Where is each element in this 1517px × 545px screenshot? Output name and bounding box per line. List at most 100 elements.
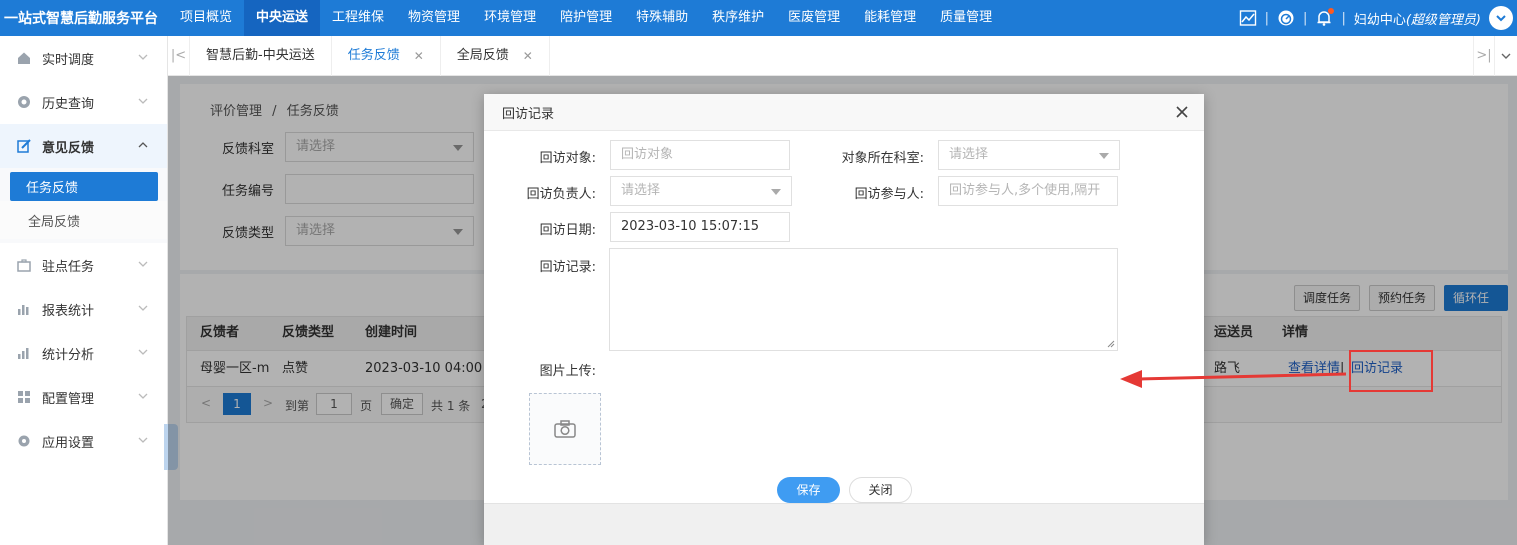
tab-label: 智慧后勤-中央运送	[206, 47, 315, 63]
sidebar-submenu: 任务反馈 全局反馈	[0, 168, 167, 243]
main-nav: 项目概览 中央运送 工程维保 物资管理 环境管理 陪护管理 特殊辅助 秩序维护 …	[168, 0, 1004, 36]
nav-item-central-transport[interactable]: 中央运送	[244, 0, 321, 36]
edit-icon	[16, 138, 32, 154]
chevron-down-icon	[138, 305, 148, 311]
tab-task-feedback[interactable]: 任务反馈 ✕	[332, 35, 441, 76]
top-bar: 一站式智慧后勤服务平台 项目概览 中央运送 工程维保 物资管理 环境管理 陪护管…	[0, 0, 1517, 36]
image-upload-label: 图片上传:	[539, 364, 596, 379]
sidebar: 实时调度 历史查询 意见反馈 任务反馈 全局反馈 驻点任务 报表统计 统计分析 …	[0, 36, 168, 545]
nav-item-engineering[interactable]: 工程维保	[320, 0, 396, 36]
sidebar-item-label: 应用设置	[42, 435, 95, 451]
sidebar-subitem-global-feedback[interactable]: 全局反馈	[0, 201, 167, 239]
analysis-icon	[16, 345, 32, 361]
user-role: (超级管理员)	[1405, 12, 1481, 28]
tab-global-feedback[interactable]: 全局反馈 ✕	[441, 35, 550, 76]
tab-label: 任务反馈	[347, 47, 400, 63]
chevron-down-icon	[138, 349, 148, 355]
visit-target-label: 回访对象:	[539, 151, 596, 166]
dialog-title: 回访记录	[502, 107, 555, 122]
nav-item-escort[interactable]: 陪护管理	[548, 0, 624, 36]
sidebar-item-app-settings[interactable]: 应用设置	[0, 419, 167, 463]
sidebar-subitem-task-feedback[interactable]: 任务反馈	[10, 172, 158, 201]
tabs-scroll-left-icon[interactable]: |<	[168, 35, 190, 76]
separator: |	[1341, 10, 1346, 26]
visit-record-textarea[interactable]	[609, 248, 1118, 351]
nav-item-materials[interactable]: 物资管理	[396, 0, 472, 36]
top-right-tools: | | | 妇幼中心(超级管理员)	[1239, 0, 1517, 36]
sidebar-item-station-task[interactable]: 驻点任务	[0, 243, 167, 287]
image-upload-box[interactable]	[529, 393, 601, 465]
tab-label: 全局反馈	[456, 47, 509, 63]
visit-participants-input[interactable]: 回访参与人,多个使用,隔开	[938, 176, 1118, 206]
tabs-bar: |< 智慧后勤-中央运送 任务反馈 ✕ 全局反馈 ✕ >|	[168, 35, 1517, 76]
close-icon[interactable]: ✕	[523, 36, 533, 76]
notification-dot	[1328, 8, 1335, 14]
chevron-up-icon	[138, 142, 148, 148]
sidebar-item-label: 驻点任务	[42, 259, 95, 275]
nav-item-environment[interactable]: 环境管理	[472, 0, 548, 36]
tabs-scroll-right-icon[interactable]: >|	[1473, 35, 1495, 76]
briefcase-icon	[16, 257, 32, 273]
chevron-down-icon[interactable]	[1495, 36, 1517, 76]
sidebar-item-reports[interactable]: 报表统计	[0, 287, 167, 331]
sidebar-item-label: 实时调度	[42, 52, 95, 68]
visit-owner-placeholder: 请选择	[621, 183, 661, 198]
tab-home[interactable]: 智慧后勤-中央运送	[190, 35, 332, 76]
annotation-highlight-box	[1349, 350, 1433, 392]
separator: |	[1303, 10, 1308, 26]
dialog-header: 回访记录	[484, 94, 1204, 131]
nav-item-order[interactable]: 秩序维护	[700, 0, 776, 36]
chevron-down-icon	[138, 261, 148, 267]
sidebar-item-feedback[interactable]: 意见反馈	[0, 124, 167, 168]
separator: |	[1264, 10, 1270, 26]
caret-down-icon	[1099, 153, 1109, 159]
user-info[interactable]: 妇幼中心(超级管理员)	[1354, 9, 1481, 28]
nav-item-quality[interactable]: 质量管理	[928, 0, 1004, 36]
chevron-down-icon	[138, 393, 148, 399]
grid-icon	[16, 389, 32, 405]
trend-chart-icon[interactable]	[1239, 9, 1257, 27]
target-dept-placeholder: 请选择	[949, 147, 989, 162]
nav-item-medical-waste[interactable]: 医废管理	[776, 0, 852, 36]
home-icon	[16, 50, 32, 66]
chevron-down-icon	[138, 437, 148, 443]
dialog-footer	[484, 503, 1204, 545]
visit-record-dialog: 回访记录 回访对象: 回访对象 对象所在科室: 请选择 回访负责人: 请选择 回…	[484, 94, 1204, 545]
annotation-arrow-icon	[1120, 370, 1347, 388]
chevron-down-icon	[138, 54, 148, 60]
save-button[interactable]: 保存	[777, 477, 840, 503]
sidebar-item-config[interactable]: 配置管理	[0, 375, 167, 419]
visit-date-input[interactable]: 2023-03-10 15:07:15	[610, 212, 790, 242]
visit-record-label: 回访记录:	[539, 260, 596, 275]
user-name: 妇幼中心	[1353, 12, 1406, 28]
history-icon	[16, 94, 32, 110]
sidebar-item-realtime[interactable]: 实时调度	[0, 36, 167, 80]
nav-item-overview[interactable]: 项目概览	[168, 0, 244, 36]
brand-title: 一站式智慧后勤服务平台	[4, 11, 158, 27]
resize-handle-icon[interactable]	[1107, 340, 1115, 348]
sidebar-item-label: 意见反馈	[42, 140, 95, 156]
sidebar-item-history[interactable]: 历史查询	[0, 80, 167, 124]
nav-item-special-assist[interactable]: 特殊辅助	[624, 0, 700, 36]
target-dept-select[interactable]: 请选择	[938, 140, 1120, 170]
visit-target-input[interactable]: 回访对象	[610, 140, 790, 170]
visit-owner-select[interactable]: 请选择	[610, 176, 792, 206]
chevron-down-icon	[138, 98, 148, 104]
camera-icon	[554, 420, 576, 438]
dashboard-gauge-icon[interactable]	[1277, 9, 1295, 27]
close-button[interactable]: 关闭	[849, 477, 912, 503]
settings-icon	[16, 433, 32, 449]
sidebar-item-label: 配置管理	[42, 391, 95, 407]
bar-chart-icon	[16, 301, 32, 317]
bell-icon[interactable]	[1315, 8, 1335, 27]
target-dept-label: 对象所在科室:	[841, 151, 924, 166]
sidebar-item-analysis[interactable]: 统计分析	[0, 331, 167, 375]
visit-date-label: 回访日期:	[539, 223, 596, 238]
close-icon[interactable]	[1174, 104, 1190, 120]
sidebar-item-label: 报表统计	[42, 303, 95, 319]
caret-down-icon	[771, 189, 781, 195]
nav-item-energy[interactable]: 能耗管理	[852, 0, 928, 36]
close-icon[interactable]: ✕	[414, 36, 424, 76]
chevron-down-icon[interactable]	[1489, 6, 1513, 30]
sidebar-item-label: 统计分析	[42, 347, 95, 363]
